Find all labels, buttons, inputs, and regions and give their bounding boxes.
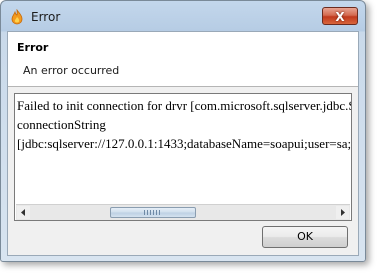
- arrow-right-icon[interactable]: [336, 206, 349, 219]
- arrow-left-icon[interactable]: [17, 206, 30, 219]
- soapui-logo-icon: [9, 8, 25, 25]
- scrollbar-thumb[interactable]: [110, 207, 196, 218]
- close-icon: X: [335, 10, 345, 24]
- error-dialog-window: Error X Error An error occurred Failed t…: [0, 0, 366, 262]
- error-details-textarea[interactable]: Failed to init connection for drvr [com.…: [14, 93, 352, 221]
- thumb-grip: [144, 210, 162, 215]
- error-header-panel: Error An error occurred: [8, 32, 358, 87]
- close-button[interactable]: X: [322, 7, 358, 25]
- ok-button[interactable]: OK: [262, 226, 348, 248]
- error-details-text[interactable]: Failed to init connection for drvr [com.…: [17, 96, 351, 204]
- window-title: Error: [31, 10, 61, 24]
- error-heading: Error: [17, 41, 49, 54]
- horizontal-scrollbar[interactable]: [16, 204, 350, 220]
- error-message: An error occurred: [23, 64, 120, 77]
- title-bar[interactable]: Error X: [1, 1, 365, 31]
- dialog-client-area: Error An error occurred Failed to init c…: [7, 31, 359, 256]
